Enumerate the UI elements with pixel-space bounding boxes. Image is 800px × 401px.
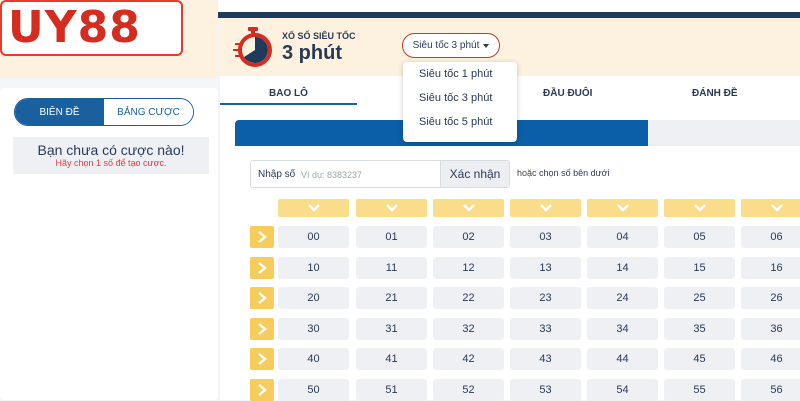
tab-bang-cuoc[interactable]: BẢNG CƯỢC [104,99,193,125]
number-cell[interactable]: 43 [510,348,581,370]
number-cell[interactable]: 34 [587,318,658,340]
number-cell[interactable]: 22 [433,287,504,309]
select-row-button[interactable] [250,379,274,401]
mode-option-3min[interactable]: Siêu tốc 3 phút [403,86,517,110]
sub-tab-bar-inactive[interactable] [648,120,800,146]
select-column-button[interactable] [664,199,735,217]
number-cell[interactable]: 50 [278,379,349,401]
number-cell[interactable]: 46 [741,348,800,370]
number-cell[interactable]: 23 [510,287,581,309]
number-cell[interactable]: 21 [356,287,427,309]
select-column-button[interactable] [741,199,800,217]
mode-option-1min[interactable]: Siêu tốc 1 phút [403,62,517,86]
chevron-down-icon [616,204,629,212]
mode-select-value: Siêu tốc 3 phút [412,40,480,51]
select-row-button[interactable] [250,226,274,248]
number-cell[interactable]: 45 [664,348,735,370]
chevron-down-icon [693,204,706,212]
number-cell[interactable]: 04 [587,226,658,248]
tab-danh-de[interactable]: ĐÁNH ĐỀ [692,88,738,99]
chevron-right-icon [258,231,267,243]
number-cell[interactable]: 26 [741,287,800,309]
number-input-label: Nhập số [258,169,296,180]
number-cell[interactable]: 20 [278,287,349,309]
chevron-down-icon [770,204,783,212]
empty-bet-notice: Bạn chưa có cược nào! Hãy chọn 1 số để t… [13,137,209,174]
chevron-down-icon [462,204,475,212]
number-cell[interactable]: 24 [587,287,658,309]
bet-slip-tabs: BIÊN ĐỀ BẢNG CƯỢC [14,98,194,126]
select-column-button[interactable] [278,199,349,217]
bet-slip-panel [0,88,218,400]
number-cell[interactable]: 10 [278,257,349,279]
chevron-down-icon [307,204,320,212]
tab-dau-duoi[interactable]: ĐẦU ĐUÔI [543,88,592,99]
game-category: XỔ SỐ SIÊU TỐC [282,31,356,41]
choose-below-hint: hoặc chọn số bên dưới [517,168,610,178]
number-cell[interactable]: 01 [356,226,427,248]
select-column-button[interactable] [356,199,427,217]
chevron-right-icon [258,262,267,274]
empty-bet-hint: Hãy chọn 1 số để tạo cược. [55,158,167,168]
number-cell[interactable]: 33 [510,318,581,340]
brand-logo[interactable]: UY88 [0,0,183,56]
empty-bet-title: Bạn chưa có cược nào! [37,142,185,158]
select-row-button[interactable] [250,257,274,279]
tab-bien-de[interactable]: BIÊN ĐỀ [15,99,104,125]
number-cell[interactable]: 30 [278,318,349,340]
choose-below-text: chọn số bên dưới [539,168,610,178]
number-cell[interactable]: 44 [587,348,658,370]
caret-down-icon [483,43,490,48]
number-cell[interactable]: 11 [356,257,427,279]
number-cell[interactable]: 31 [356,318,427,340]
chevron-right-icon [258,353,267,365]
game-title: 3 phút [282,42,342,64]
number-cell[interactable]: 55 [664,379,735,401]
number-cell[interactable]: 51 [356,379,427,401]
select-column-button[interactable] [587,199,658,217]
select-column-button[interactable] [510,199,581,217]
number-cell[interactable]: 16 [741,257,800,279]
select-column-button[interactable] [433,199,504,217]
number-cell[interactable]: 54 [587,379,658,401]
select-row-button[interactable] [250,318,274,340]
number-cell[interactable]: 25 [664,287,735,309]
number-cell[interactable]: 13 [510,257,581,279]
confirm-button[interactable]: Xác nhận [440,161,509,187]
number-cell[interactable]: 32 [433,318,504,340]
number-cell[interactable]: 06 [741,226,800,248]
number-cell[interactable]: 56 [741,379,800,401]
number-cell[interactable]: 35 [664,318,735,340]
select-row-button[interactable] [250,348,274,370]
number-cell[interactable]: 40 [278,348,349,370]
mode-select[interactable]: Siêu tốc 3 phút [402,33,500,58]
or-prefix: hoặc [517,168,537,178]
chevron-right-icon [258,323,267,335]
number-cell[interactable]: 41 [356,348,427,370]
number-cell[interactable]: 15 [664,257,735,279]
select-row-button[interactable] [250,287,274,309]
chevron-right-icon [258,384,267,396]
number-cell[interactable]: 05 [664,226,735,248]
number-cell[interactable]: 14 [587,257,658,279]
number-input[interactable] [301,165,441,185]
mode-option-5min[interactable]: Siêu tốc 5 phút [403,110,517,134]
number-cell[interactable]: 53 [510,379,581,401]
stopwatch-icon [233,27,272,67]
number-cell[interactable]: 42 [433,348,504,370]
number-cell[interactable]: 02 [433,226,504,248]
number-cell[interactable]: 00 [278,226,349,248]
tab-bao-lo[interactable]: BAO LÔ [269,88,308,99]
number-cell[interactable]: 52 [433,379,504,401]
number-input-group: Nhập số Xác nhận [250,160,510,188]
chevron-down-icon [539,204,552,212]
chevron-down-icon [385,204,398,212]
active-tab-indicator [220,103,357,105]
number-cell[interactable]: 03 [510,226,581,248]
number-cell[interactable]: 12 [433,257,504,279]
chevron-right-icon [258,292,267,304]
mode-dropdown: Siêu tốc 1 phút Siêu tốc 3 phút Siêu tốc… [403,62,517,142]
number-cell[interactable]: 36 [741,318,800,340]
